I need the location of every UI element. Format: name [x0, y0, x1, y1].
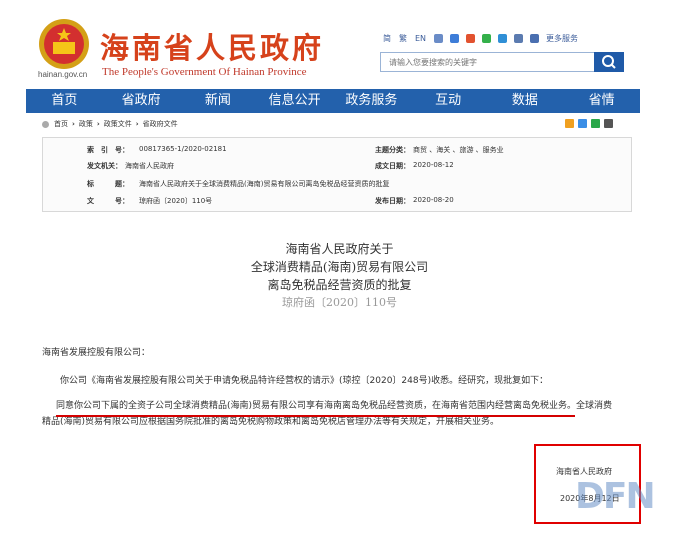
traditional-link[interactable]: 繁: [399, 33, 407, 44]
nav-item-interaction[interactable]: 互动: [410, 89, 487, 113]
pub-date-value: 2020-08-20: [413, 196, 454, 204]
highlight-underline: [56, 415, 575, 417]
location-icon: [42, 120, 49, 128]
site-subtitle: The People's Government Of Hainan Provin…: [102, 66, 307, 78]
qzone-icon[interactable]: [565, 119, 574, 128]
font-size-icon[interactable]: [604, 119, 613, 128]
title-label: 标 题：: [87, 180, 129, 188]
site-title[interactable]: 海南省人民政府: [100, 25, 324, 67]
nav-item-info-disclosure[interactable]: 信息公开: [256, 89, 333, 113]
breadcrumb-policy[interactable]: 政策: [79, 119, 93, 129]
issuer-label: 发文机关：: [87, 162, 122, 170]
paragraph-2-line-1: 同意你公司下属的全资子公司全球消费精品(海南)贸易有限公司享有海南离岛免税品经营…: [56, 401, 613, 411]
paragraph-1: 你公司《海南省发展控股有限公司关于申请免税品特许经营权的请示》(琼控〔2020〕…: [60, 376, 549, 386]
meta-row: 发文机关： 海南省人民政府 成文日期： 2020-08-12: [43, 161, 631, 175]
more-services-link[interactable]: 更多服务: [546, 33, 578, 44]
breadcrumb: 首页 › 政策 › 政策文件 › 省政府文件: [42, 119, 178, 129]
nav-item-government[interactable]: 省政府: [103, 89, 180, 113]
site-url: hainan.gov.cn: [38, 70, 88, 79]
toutiao-icon[interactable]: [514, 33, 524, 43]
weibo-icon[interactable]: [466, 33, 476, 43]
topic-value: 商贸 、海关 、旅游 、服务业: [413, 146, 504, 154]
nav-item-services[interactable]: 政务服务: [333, 89, 410, 113]
search-button[interactable]: [594, 52, 624, 72]
search-bar: [380, 52, 624, 72]
mobile-icon[interactable]: [450, 33, 460, 43]
meta-row: 标 题： 海南省人民政府关于全球消费精品(海南)贸易有限公司离岛免税品经营资质的…: [43, 179, 631, 193]
english-link[interactable]: EN: [415, 34, 426, 43]
title-line: 离岛免税品经营资质的批复: [267, 278, 412, 292]
breadcrumb-policy-docs[interactable]: 政策文件: [104, 119, 132, 129]
breadcrumb-separator: ›: [72, 120, 75, 128]
search-input[interactable]: [381, 53, 595, 71]
national-emblem-icon: [39, 19, 89, 69]
meta-row: 索 引 号： 00817365-1/2020-02181 主题分类： 商贸 、海…: [43, 145, 631, 159]
watermark: DFN: [575, 476, 656, 517]
docno-value: 琼府函〔2020〕110号: [139, 197, 213, 205]
nav-item-news[interactable]: 新闻: [180, 89, 257, 113]
docno-label: 文 号：: [87, 197, 129, 205]
index-value: 00817365-1/2020-02181: [139, 145, 227, 153]
document-meta: 索 引 号： 00817365-1/2020-02181 主题分类： 商贸 、海…: [42, 137, 632, 212]
more-services-icon[interactable]: [530, 33, 540, 43]
app-icon[interactable]: [498, 33, 508, 43]
search-icon: [602, 55, 616, 69]
nav-item-data[interactable]: 数据: [487, 89, 564, 113]
nav-item-home[interactable]: 首页: [26, 89, 103, 113]
breadcrumb-separator: ›: [135, 120, 139, 128]
document-title: 海南省人民政府关于 全球消费精品(海南)贸易有限公司 离岛免税品经营资质的批复: [0, 240, 679, 294]
title-line: 全球消费精品(海南)贸易有限公司: [250, 260, 429, 274]
top-links: 简 繁 EN 更多服务: [383, 31, 586, 45]
topic-label: 主题分类：: [375, 146, 410, 154]
share-wechat-icon[interactable]: [591, 119, 600, 128]
share-bar: [565, 119, 617, 128]
share-weibo-icon[interactable]: [578, 119, 587, 128]
nav-item-province-info[interactable]: 省情: [563, 89, 640, 113]
site-header: hainan.gov.cn 海南省人民政府 The People's Gover…: [0, 0, 679, 88]
meta-row: 文 号： 琼府函〔2020〕110号 发布日期： 2020-08-20: [43, 196, 631, 210]
title-line: 海南省人民政府关于: [285, 242, 394, 256]
date-label: 成文日期：: [375, 162, 410, 170]
breadcrumb-separator: ›: [96, 120, 100, 128]
accessibility-icon[interactable]: [434, 33, 444, 43]
simplified-link[interactable]: 简: [383, 33, 391, 44]
main-nav: 首页 省政府 新闻 信息公开 政务服务 互动 数据 省情: [26, 89, 640, 113]
date-value: 2020-08-12: [413, 161, 454, 169]
title-value: 海南省人民政府关于全球消费精品(海南)贸易有限公司离岛免税品经营资质的批复: [139, 180, 390, 188]
breadcrumb-home[interactable]: 首页: [54, 119, 68, 129]
breadcrumb-gov-docs[interactable]: 省政府文件: [143, 119, 178, 129]
index-label: 索 引 号：: [87, 146, 129, 154]
addressee: 海南省发展控股有限公司：: [42, 348, 151, 358]
issuer-value: 海南省人民政府: [125, 162, 174, 170]
document-number: 琼府函〔2020〕110号: [282, 296, 397, 309]
wechat-icon[interactable]: [482, 33, 492, 43]
pub-date-label: 发布日期：: [375, 197, 410, 205]
